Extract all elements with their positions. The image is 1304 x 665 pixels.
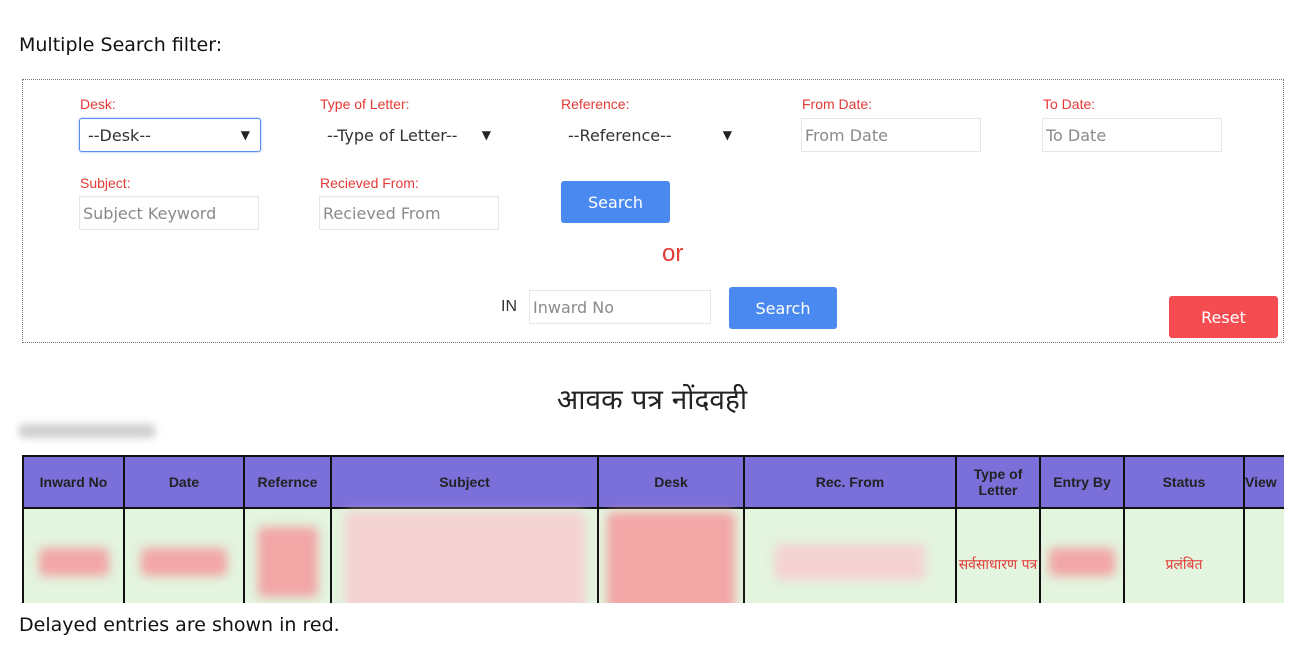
reference-select-value: --Reference-- <box>568 125 672 145</box>
column-header[interactable]: Desk <box>597 455 745 509</box>
from-date-input[interactable]: From Date <box>801 118 981 152</box>
inward-register-table: Inward No Date Refernce Subject Desk Rec… <box>22 455 1284 603</box>
footer-note: Delayed entries are shown in red. <box>19 614 340 636</box>
search-button[interactable]: Search <box>561 181 670 223</box>
inward-no-input[interactable]: Inward No <box>529 290 711 324</box>
page-title: आवक पत्र नोंदवही <box>556 383 748 416</box>
subject-cell <box>330 507 599 603</box>
table-row[interactable]: सर्वसाधारण पत्र प्रलंबित <box>22 507 1284 603</box>
inward-search-button[interactable]: Search <box>729 287 837 329</box>
column-header[interactable]: Subject <box>330 455 599 509</box>
column-header[interactable]: Inward No <box>22 455 125 509</box>
redacted-label <box>19 424 155 438</box>
type-of-letter-value: सर्वसाधारण पत्र <box>958 556 1038 573</box>
column-header[interactable]: View <box>1243 455 1284 509</box>
reference-cell <box>243 507 332 603</box>
inward-no-cell <box>22 507 125 603</box>
from-date-label: From Date: <box>802 96 873 112</box>
column-header[interactable]: Type of Letter <box>955 455 1041 509</box>
column-header[interactable]: Entry By <box>1039 455 1125 509</box>
subject-input[interactable]: Subject Keyword <box>79 196 259 230</box>
reset-button[interactable]: Reset <box>1169 296 1278 338</box>
status-value: प्रलंबित <box>1165 556 1203 573</box>
type-of-letter-select-value: --Type of Letter-- <box>327 125 458 145</box>
caret-down-icon: ▼ <box>481 128 491 142</box>
date-cell <box>123 507 245 603</box>
desk-cell <box>597 507 745 603</box>
type-of-letter-select[interactable]: --Type of Letter-- ▼ <box>319 118 501 152</box>
table-header-row: Inward No Date Refernce Subject Desk Rec… <box>22 455 1284 509</box>
desk-select-value: --Desk-- <box>88 125 151 145</box>
reference-label: Reference: <box>561 96 630 112</box>
caret-down-icon: ▼ <box>240 128 250 142</box>
type-of-letter-cell: सर्वसाधारण पत्र <box>955 507 1041 603</box>
inward-prefix-label: IN <box>501 298 517 315</box>
subject-label: Subject: <box>80 175 131 191</box>
type-of-letter-label: Type of Letter: <box>320 96 410 112</box>
status-cell: प्रलंबित <box>1123 507 1245 603</box>
desk-label: Desk: <box>80 96 116 112</box>
entry-by-cell <box>1039 507 1125 603</box>
or-separator: or <box>662 240 684 267</box>
caret-down-icon: ▼ <box>722 128 732 142</box>
received-from-label: Recieved From: <box>320 175 419 191</box>
rec-from-cell <box>743 507 957 603</box>
desk-select[interactable]: --Desk-- ▼ <box>79 118 261 152</box>
column-header[interactable]: Status <box>1123 455 1245 509</box>
view-cell[interactable] <box>1243 507 1284 603</box>
to-date-input[interactable]: To Date <box>1042 118 1222 152</box>
received-from-input[interactable]: Recieved From <box>319 196 499 230</box>
reference-select[interactable]: --Reference-- ▼ <box>560 118 742 152</box>
column-header[interactable]: Refernce <box>243 455 332 509</box>
column-header[interactable]: Date <box>123 455 245 509</box>
column-header[interactable]: Rec. From <box>743 455 957 509</box>
section-heading: Multiple Search filter: <box>19 34 223 56</box>
to-date-label: To Date: <box>1043 96 1096 112</box>
